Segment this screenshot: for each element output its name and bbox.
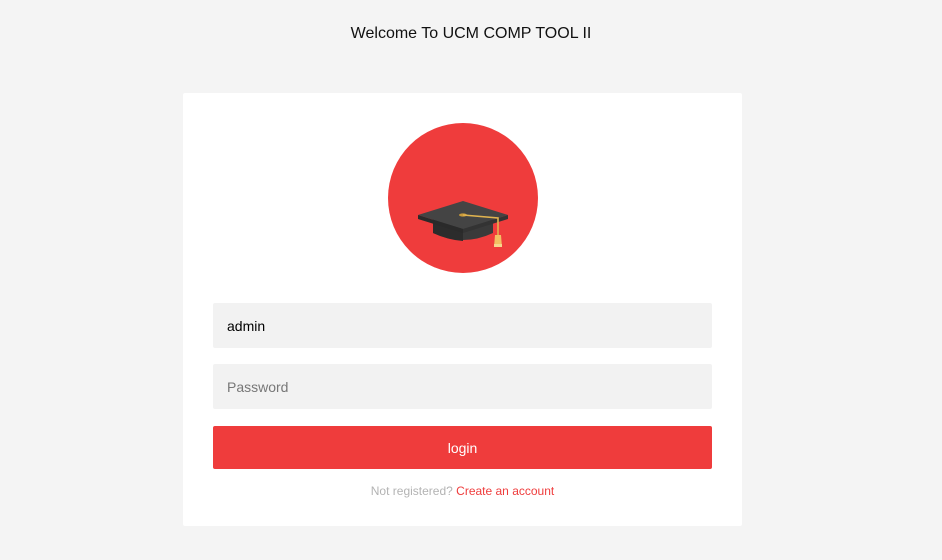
username-field[interactable]	[213, 303, 712, 348]
login-card: login Not registered? Create an account	[183, 93, 742, 526]
register-text: Not registered?	[370, 484, 453, 498]
login-button[interactable]: login	[213, 426, 712, 469]
logo	[388, 123, 538, 273]
page-title: Welcome To UCM COMP TOOL II	[350, 25, 592, 42]
password-field[interactable]	[213, 364, 712, 409]
login-page: Welcome To UCM COMP TOOL II l	[0, 0, 942, 560]
create-account-link[interactable]: Create an account	[456, 484, 554, 498]
register-prompt: Not registered? Create an account	[183, 484, 742, 498]
graduation-cap-icon	[418, 201, 508, 247]
